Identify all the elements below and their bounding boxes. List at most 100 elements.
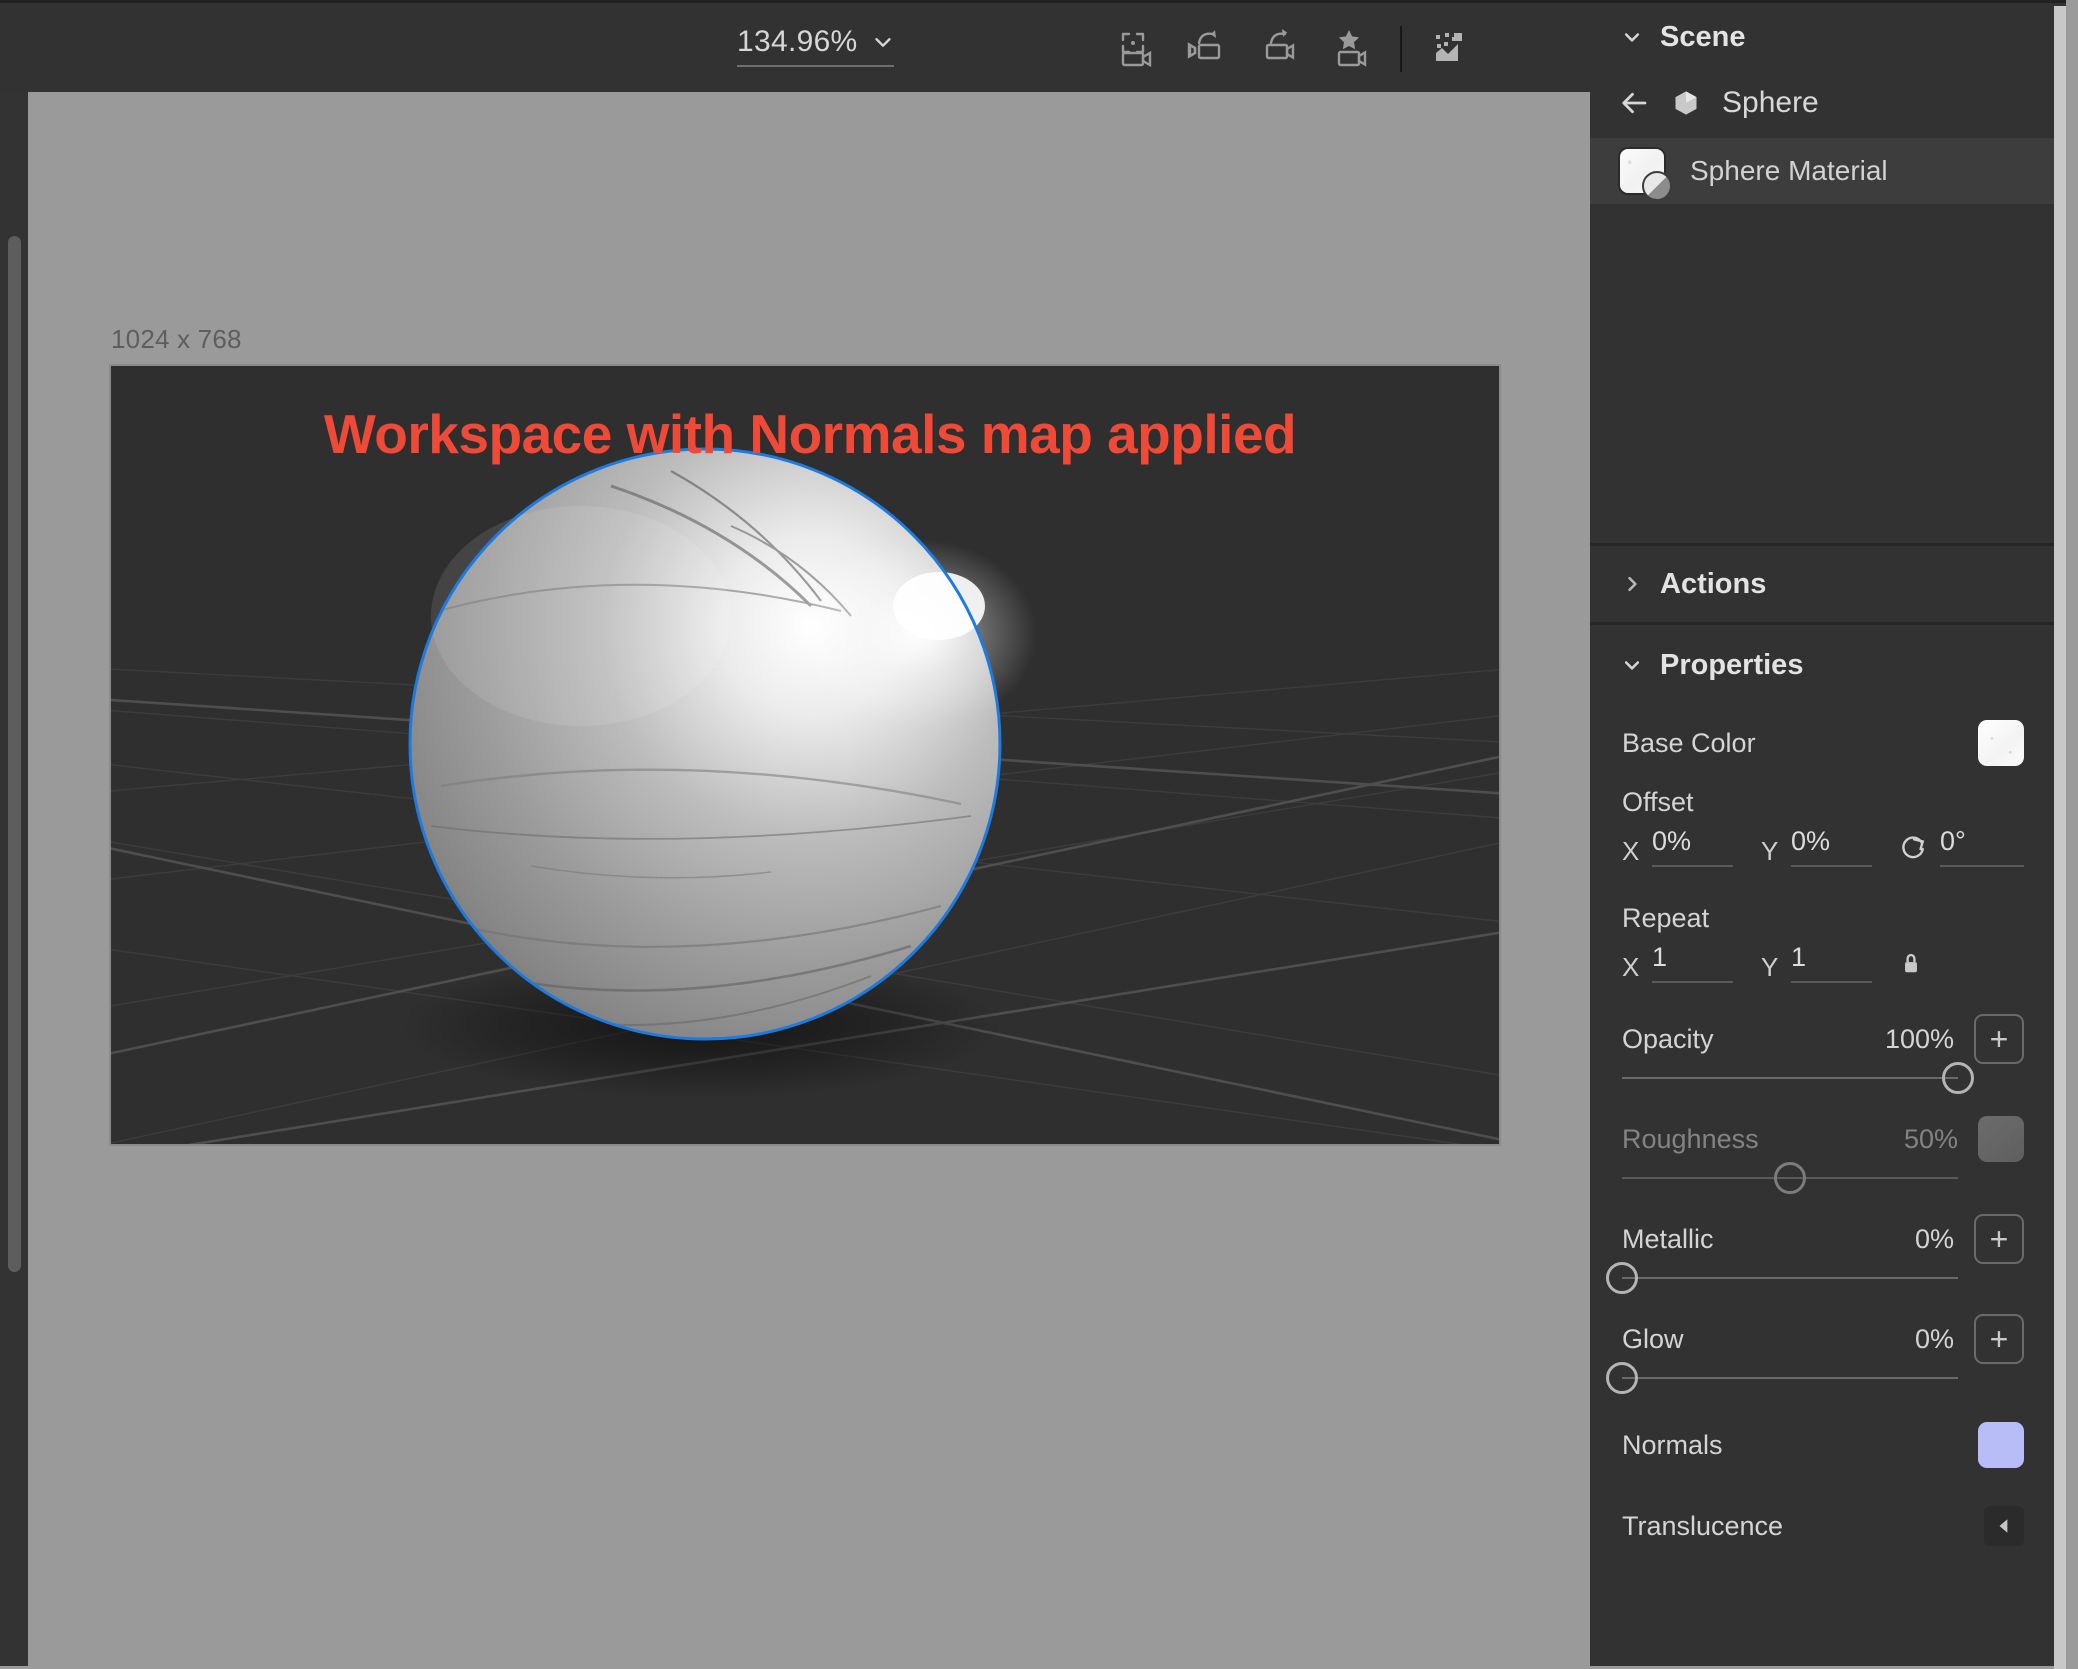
- glow-label: Glow: [1622, 1324, 1684, 1355]
- toolbar-separator: [1400, 26, 1402, 72]
- 3d-viewport[interactable]: Workspace with Normals map applied: [109, 364, 1501, 1146]
- offset-x-axis-label: X: [1622, 836, 1652, 867]
- translucence-label: Translucence: [1622, 1511, 1783, 1542]
- repeat-x-field[interactable]: X 1: [1622, 942, 1761, 983]
- metallic-control: Metallic 0% +: [1590, 1217, 2054, 1295]
- properties-title: Properties: [1660, 649, 1803, 682]
- plus-icon: +: [1990, 1023, 2009, 1055]
- glow-control: Glow 0% +: [1590, 1317, 2054, 1395]
- scene-title: Scene: [1660, 21, 1745, 54]
- repeat-x-axis-label: X: [1622, 952, 1652, 983]
- previous-camera-view-button[interactable]: [1172, 13, 1244, 85]
- repeat-y-value: 1: [1791, 942, 1806, 972]
- next-camera-view-button[interactable]: [1244, 13, 1316, 85]
- zoom-level-value: 134.96%: [737, 25, 858, 59]
- metallic-label: Metallic: [1622, 1224, 1714, 1255]
- actions-title: Actions: [1660, 568, 1766, 601]
- stage-area[interactable]: 1024 x 768: [28, 92, 1590, 1666]
- breadcrumb[interactable]: Sphere: [1590, 68, 2054, 138]
- repeat-fields: X 1 Y 1: [1590, 942, 2054, 983]
- roughness-slider[interactable]: [1622, 1161, 1958, 1195]
- repeat-lock-toggle[interactable]: [1900, 951, 2024, 983]
- metallic-add-texture-button[interactable]: +: [1974, 1214, 2024, 1264]
- plus-icon: +: [1990, 1223, 2009, 1255]
- scene-render: [111, 366, 1499, 1144]
- application-window: 134.96%: [0, 0, 2078, 1666]
- opacity-slider-knob[interactable]: [1942, 1062, 1974, 1094]
- chevron-down-icon: [1622, 655, 1642, 675]
- lock-closed-icon: [1900, 951, 1922, 977]
- opacity-slider[interactable]: [1622, 1061, 1958, 1095]
- chevron-right-icon: [1622, 574, 1642, 594]
- viewport-render: [111, 366, 1499, 1144]
- glow-add-texture-button[interactable]: +: [1974, 1314, 2024, 1364]
- render-quality-button[interactable]: [1414, 13, 1486, 85]
- scene-section-header[interactable]: Scene: [1590, 6, 2054, 68]
- glow-slider[interactable]: [1622, 1361, 1958, 1395]
- opacity-slider-track: [1622, 1077, 1958, 1079]
- redo-camera-icon: [1258, 27, 1302, 71]
- star-camera-icon: [1330, 27, 1374, 71]
- offset-label: Offset: [1590, 787, 2054, 818]
- properties-section: Properties Base Color Offset X 0% Y 0%: [1590, 625, 2054, 1567]
- left-scroll-rail: [0, 92, 28, 1666]
- repeat-y-axis-label: Y: [1761, 952, 1791, 983]
- plus-icon: +: [1990, 1323, 2009, 1355]
- roughness-texture-swatch[interactable]: [1978, 1116, 2024, 1162]
- right-properties-panel: Scene Sphere Sphere Material Actions: [1590, 0, 2066, 1666]
- actions-section-header[interactable]: Actions: [1590, 546, 2054, 622]
- chevron-down-icon: [1622, 27, 1642, 47]
- rotate-cw-icon: [1900, 835, 1926, 861]
- cube-icon: [1672, 89, 1700, 117]
- undo-camera-icon: [1186, 27, 1230, 71]
- material-name: Sphere Material: [1690, 155, 1888, 187]
- offset-y-field[interactable]: Y 0%: [1761, 826, 1900, 867]
- translucence-expand-button[interactable]: [1984, 1506, 2024, 1546]
- panel-scrollbar[interactable]: [2054, 6, 2066, 1669]
- glow-value: 0%: [1915, 1324, 1954, 1355]
- left-scrollbar-thumb[interactable]: [8, 236, 21, 1272]
- repeat-y-field[interactable]: Y 1: [1761, 942, 1900, 983]
- offset-rotation-field[interactable]: 0°: [1900, 826, 2024, 867]
- viewport-overlay-text: Workspace with Normals map applied: [111, 402, 1499, 466]
- glow-slider-knob[interactable]: [1606, 1362, 1638, 1394]
- metallic-slider[interactable]: [1622, 1261, 1958, 1295]
- triangle-left-icon: [1995, 1517, 2013, 1535]
- frame-selection-camera-button[interactable]: [1100, 13, 1172, 85]
- material-list-item[interactable]: Sphere Material: [1590, 138, 2054, 204]
- offset-y-axis-label: Y: [1761, 836, 1791, 867]
- repeat-x-value: 1: [1652, 942, 1667, 972]
- metallic-slider-knob[interactable]: [1606, 1262, 1638, 1294]
- actions-section: Actions: [1590, 543, 2054, 625]
- base-color-row: Base Color: [1590, 705, 2054, 781]
- toolbar-icon-group: [1100, 3, 1486, 95]
- opacity-label: Opacity: [1622, 1024, 1714, 1055]
- opacity-control: Opacity 100% +: [1590, 1017, 2054, 1095]
- normals-label: Normals: [1622, 1430, 1723, 1461]
- offset-y-value: 0%: [1791, 826, 1830, 856]
- top-toolbar: 134.96%: [0, 0, 1590, 92]
- canvas-size-label: 1024 x 768: [111, 324, 242, 355]
- properties-section-header[interactable]: Properties: [1590, 625, 2054, 705]
- metallic-slider-track: [1622, 1277, 1958, 1279]
- offset-x-field[interactable]: X 0%: [1622, 826, 1761, 867]
- base-color-label: Base Color: [1622, 728, 1756, 759]
- breadcrumb-object-name: Sphere: [1722, 86, 1819, 120]
- chevron-down-icon: [872, 31, 894, 53]
- default-camera-view-button[interactable]: [1316, 13, 1388, 85]
- opacity-add-texture-button[interactable]: +: [1974, 1014, 2024, 1064]
- glow-slider-track: [1622, 1377, 1958, 1379]
- sphere-material-badge-icon: [1642, 171, 1672, 201]
- opacity-value: 100%: [1885, 1024, 1954, 1055]
- offset-fields: X 0% Y 0% 0°: [1590, 826, 2054, 867]
- normals-map-swatch[interactable]: [1978, 1422, 2024, 1468]
- roughness-slider-knob[interactable]: [1774, 1162, 1806, 1194]
- offset-x-value: 0%: [1652, 826, 1691, 856]
- scene-section: Scene Sphere Sphere Material: [1590, 6, 2054, 204]
- roughness-label: Roughness: [1622, 1124, 1759, 1155]
- repeat-label: Repeat: [1590, 903, 2054, 934]
- base-color-texture-swatch[interactable]: [1978, 720, 2024, 766]
- render-preview-icon: [1428, 27, 1472, 71]
- zoom-level-control[interactable]: 134.96%: [737, 25, 894, 67]
- arrow-left-icon[interactable]: [1620, 88, 1650, 118]
